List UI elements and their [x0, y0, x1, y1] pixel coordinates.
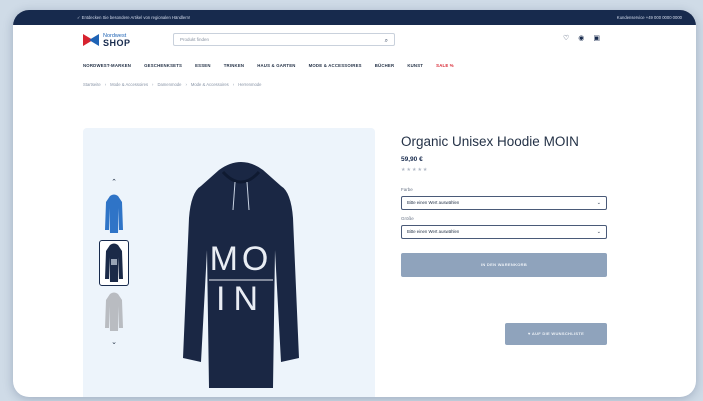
- thumbnail-grey[interactable]: [99, 289, 129, 335]
- logo-mark-icon: [83, 34, 99, 46]
- nav-item-kunst[interactable]: KUNST: [407, 63, 423, 68]
- hoodie-print-top: MO: [210, 240, 273, 278]
- thumbnail-strip: ⌃ ⌄: [99, 178, 129, 348]
- nav-item-marken[interactable]: NORDWEST-MARKEN: [83, 63, 131, 68]
- site-header: Nordwest SHOP Produkt finden ⌕ ♡ ◉ ▣: [13, 25, 696, 55]
- chevron-down-icon[interactable]: ⌄: [99, 338, 129, 348]
- breadcrumb: Startseite › Mode & Accessoires › Damenmod…: [83, 81, 262, 87]
- breadcrumb-item[interactable]: Mode & Accessoires: [110, 82, 148, 87]
- chevron-down-icon: ⌄: [596, 229, 601, 235]
- nav-item-sale[interactable]: SALE %: [436, 63, 454, 68]
- rating-stars[interactable]: ★★★★★: [401, 167, 611, 173]
- product-main-image[interactable]: MO IN: [181, 158, 301, 395]
- chevron-down-icon: ⌄: [596, 200, 601, 206]
- heart-icon[interactable]: ♡: [563, 34, 569, 42]
- nav-item-mode[interactable]: MODE & ACCESSOIRES: [309, 63, 362, 68]
- browser-frame: ✓ Entdecken Sie besondere Artikel von re…: [13, 10, 696, 397]
- product-gallery: ⌃ ⌄ MO IN: [83, 128, 375, 397]
- cart-icon[interactable]: ▣: [593, 34, 600, 42]
- hoodie-thumbnail-icon: [105, 292, 123, 331]
- hoodie-thumbnail-icon: [105, 243, 123, 282]
- product-price: 59,90 €: [401, 156, 423, 163]
- size-select[interactable]: Bitte einen Wert auswählen ⌄: [401, 225, 607, 239]
- topbar-contact[interactable]: Kundenservice +49 000 0000 0000: [617, 15, 682, 20]
- search-placeholder: Produkt finden: [180, 37, 210, 42]
- product-info: Organic Unisex Hoodie MOIN 59,90 € ★★★★★…: [401, 134, 611, 345]
- main-navigation: NORDWEST-MARKEN GESCHENKSETS ESSEN TRINK…: [13, 55, 696, 75]
- size-label: Größe: [401, 216, 414, 221]
- topbar-message: ✓ Entdecken Sie besondere Artikel von re…: [77, 15, 191, 20]
- thumbnail-blue[interactable]: [99, 191, 129, 237]
- breadcrumb-item[interactable]: Mode & Accessoires: [191, 82, 229, 87]
- product-title: Organic Unisex Hoodie MOIN: [401, 134, 579, 149]
- user-icon[interactable]: ◉: [578, 34, 584, 42]
- nav-item-haus-garten[interactable]: HAUS & GARTEN: [257, 63, 295, 68]
- hoodie-print-bottom: IN: [216, 280, 266, 318]
- size-select-value: Bitte einen Wert auswählen: [407, 229, 460, 234]
- color-select-value: Bitte einen Wert auswählen: [407, 200, 460, 205]
- nav-item-geschenksets[interactable]: GESCHENKSETS: [144, 63, 182, 68]
- nav-item-buecher[interactable]: BÜCHER: [375, 63, 395, 68]
- search-icon[interactable]: ⌕: [385, 36, 388, 47]
- breadcrumb-item: Herrenmode: [238, 81, 262, 87]
- nav-item-trinken[interactable]: TRINKEN: [224, 63, 245, 68]
- nav-item-essen[interactable]: ESSEN: [195, 63, 211, 68]
- chevron-up-icon[interactable]: ⌃: [99, 178, 129, 188]
- shop-logo[interactable]: Nordwest SHOP: [83, 33, 131, 48]
- add-to-wishlist-button[interactable]: ♥ AUF DIE WUNSCHLISTE: [505, 323, 607, 345]
- logo-line2: SHOP: [103, 38, 131, 48]
- top-info-bar: ✓ Entdecken Sie besondere Artikel von re…: [13, 10, 696, 25]
- add-to-cart-button[interactable]: IN DEN WARENKORB: [401, 253, 607, 277]
- search-input[interactable]: Produkt finden ⌕: [173, 33, 395, 46]
- breadcrumb-item[interactable]: Startseite: [83, 82, 101, 87]
- color-select[interactable]: Bitte einen Wert auswählen ⌄: [401, 196, 607, 210]
- color-label: Farbe: [401, 187, 413, 192]
- breadcrumb-item[interactable]: Damenmode: [157, 82, 181, 87]
- hoodie-thumbnail-icon: [105, 194, 123, 233]
- thumbnail-navy-selected[interactable]: [99, 240, 129, 286]
